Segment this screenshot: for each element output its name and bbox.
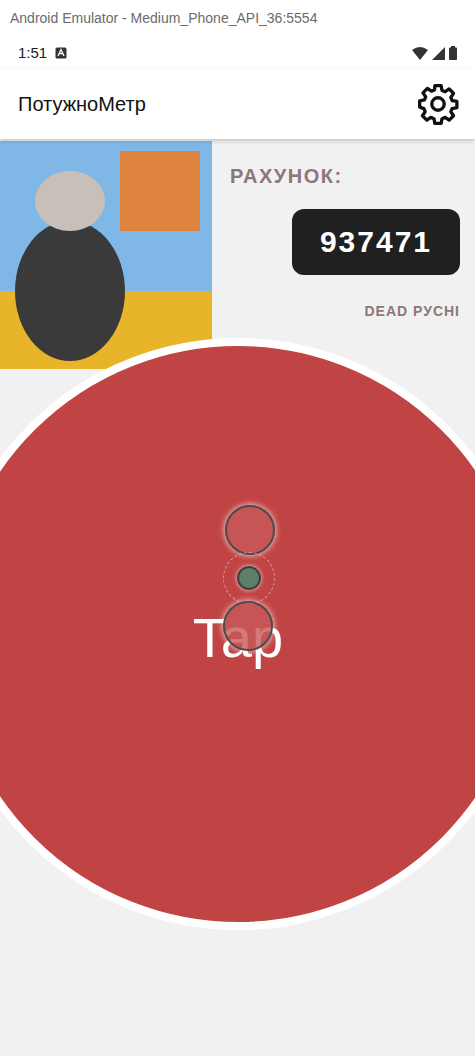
score-row: РАХУНОК: 937471 DEAD РУСНІ	[0, 141, 475, 369]
tap-area: Tap	[0, 338, 475, 1056]
wifi-icon	[412, 47, 428, 60]
emulator-title-bar: Android Emulator - Medium_Phone_API_36:5…	[0, 0, 475, 40]
score-label: РАХУНОК:	[230, 161, 343, 191]
touch-indicator	[225, 505, 275, 555]
score-box: 937471	[292, 209, 460, 275]
signal-icon	[432, 47, 445, 60]
touch-center	[237, 566, 261, 590]
battery-icon	[449, 46, 457, 60]
dog-photo	[0, 141, 212, 369]
notification-icon	[55, 47, 67, 59]
window-title: Android Emulator - Medium_Phone_API_36:5…	[10, 10, 317, 26]
settings-button[interactable]	[415, 81, 461, 127]
score-panel: РАХУНОК: 937471 DEAD РУСНІ	[212, 141, 475, 369]
gear-icon[interactable]	[416, 82, 460, 126]
status-bar: 1:51	[0, 40, 475, 69]
status-time: 1:51	[18, 42, 47, 65]
app-title: ПотужноМетр	[18, 89, 146, 119]
score-value: 937471	[320, 219, 432, 264]
score-caption: DEAD РУСНІ	[364, 301, 460, 322]
app-bar: ПотужноМетр	[0, 69, 475, 139]
tap-button[interactable]: Tap	[0, 338, 475, 930]
touch-indicator	[223, 601, 273, 651]
